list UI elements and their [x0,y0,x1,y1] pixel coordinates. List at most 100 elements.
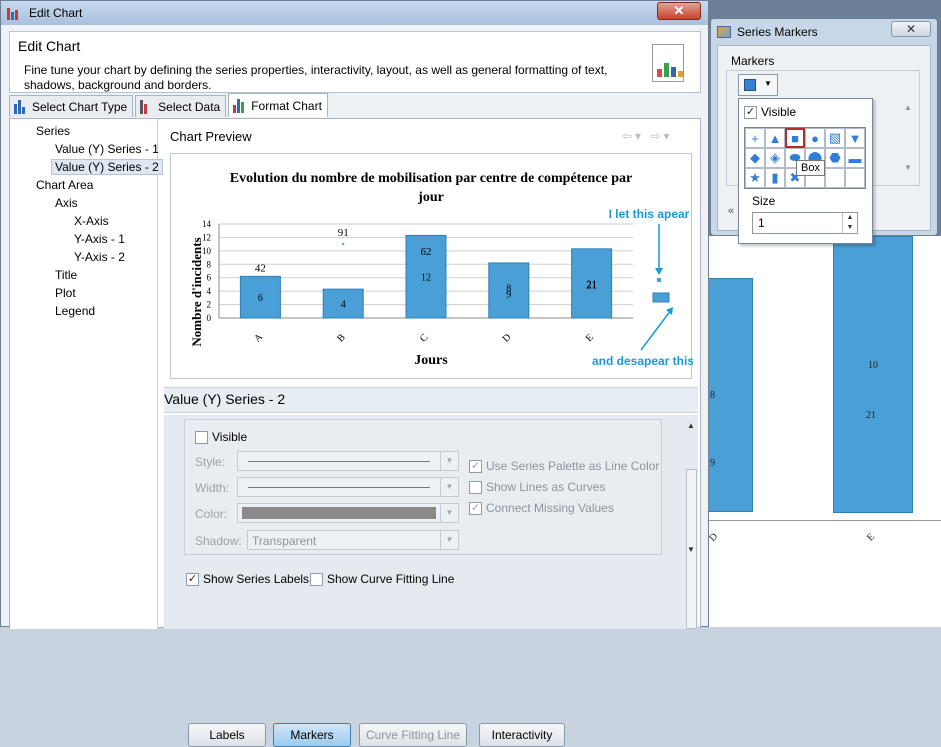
legend-marker [657,278,661,282]
marker-shape-hexagon-icon[interactable]: ⬣ [825,148,845,168]
series-markers-close-button[interactable]: ✕ [891,21,931,37]
marker-shape-box-icon[interactable]: ■ [785,128,805,148]
tree-item-axis[interactable]: Axis [55,196,78,210]
format-chart-panel: Series Value (Y) Series - 1 Value (Y) Se… [9,118,701,747]
series-panel-title: Value (Y) Series - 2 [164,391,286,407]
show-curves-checkbox[interactable]: Show Lines as Curves [469,480,605,494]
properties-scrollbar[interactable]: ▲ ▼ [685,415,698,629]
width-select[interactable]: ▼ [237,477,459,497]
tab-format-chart[interactable]: Format Chart [228,93,328,117]
checkbox-box: ✓ [469,501,482,515]
marker-shape-triangle-icon[interactable]: ▲ [765,128,785,148]
tree-item-plot[interactable]: Plot [55,286,76,300]
checkbox-box: ✓ [744,105,757,119]
edit-chart-window: Edit Chart ✕ Edit Chart Fine tune your c… [0,0,709,747]
marker-visible-checkbox[interactable]: ✓ Visible [744,105,796,119]
marker-shape-triangle-down-icon[interactable]: ▼ [845,128,865,148]
visible-checkbox[interactable]: Visible [195,430,247,444]
y-tick-label: 6 [207,273,212,283]
series2-value-label: 42 [255,263,266,275]
tree-item-title[interactable]: Title [55,268,77,282]
connect-missing-label: Connect Missing Values [486,501,614,515]
curve-fitting-button[interactable]: Curve Fitting Line [359,723,467,747]
marker-shape-star-icon[interactable]: ★ [745,168,765,188]
marker-shape-blank-icon[interactable] [825,168,845,188]
marker-shape-diamond-icon[interactable]: ◆ [745,148,765,168]
size-spinner[interactable]: ▲ ▼ [842,213,857,233]
marker-shape-bar-icon[interactable]: ▬ [845,148,865,168]
marker-shape-image-icon[interactable]: ▧ [825,128,845,148]
tree-item-y-axis-1[interactable]: Y-Axis - 1 [74,232,125,246]
tree-item-y-axis-2[interactable]: Y-Axis - 2 [74,250,125,264]
bar-chart-icon [14,99,28,114]
annotation-arrowhead [655,268,663,275]
show-curve-fitting-label: Show Curve Fitting Line [327,572,455,586]
annotation-appear: I let this apear [609,207,690,221]
tab-label: Select Data [158,99,221,114]
marker-shape-blank-icon[interactable] [845,168,865,188]
style-select[interactable]: ▼ [237,451,459,471]
tab-select-data[interactable]: Select Data [135,95,227,117]
tree-item-x-axis[interactable]: X-Axis [74,214,109,228]
tree-item-chart-area[interactable]: Chart Area [36,178,93,192]
chart-title: Evolution du nombre de mobilisation par … [230,171,633,205]
bar-value-label: 6 [258,293,263,304]
markers-button[interactable]: Markers [273,723,351,747]
marker-shape-crossed-diamond-icon[interactable]: ◈ [765,148,785,168]
labels-button[interactable]: Labels [188,723,266,747]
y-tick-label: 0 [207,313,212,323]
checkbox-box: ✓ [469,459,482,473]
y-tick-label: 14 [202,219,212,229]
y-axis-label: Nombre d'incidents [189,237,204,346]
connect-missing-checkbox[interactable]: ✓ Connect Missing Values [469,501,614,515]
bar-value-label: 12 [421,273,431,284]
color-label: Color: [195,507,228,521]
bar-value-label: 9 [506,289,511,300]
interactivity-button[interactable]: Interactivity [479,723,565,747]
scroll-up-icon[interactable]: ▲ [687,421,695,430]
tree-item-series-2[interactable]: Value (Y) Series - 2 [51,159,163,175]
chart-app-icon [7,6,23,20]
use-palette-checkbox[interactable]: ✓ Use Series Palette as Line Color [469,459,659,473]
color-select[interactable]: ▼ [237,503,459,523]
background-axis-label: D [707,531,721,544]
back-arrow-icon[interactable]: ⇦▾ [622,129,644,143]
preview-nav: ⇦▾ ⇨▾ [622,129,673,143]
tab-label: Format Chart [251,98,322,113]
markers-scroll[interactable]: ▲ ▼ [904,78,912,198]
annotation-disappear: and desapear this [592,354,693,368]
y-tick-label: 4 [207,286,212,296]
marker-shape-grid: + ▲ ■ ● ▧ ▼ ◆ ◈ ⬬ ⬤ ⬣ ▬ ★ ▮ ✖ [744,127,866,189]
scroll-down-icon[interactable]: ▼ [687,545,695,554]
show-series-labels-checkbox[interactable]: ✓ Show Series Labels [186,572,309,586]
series-properties: Visible Style: ▼ Width: ▼ Color: ▼ Shado… [164,415,698,747]
series-markers-titlebar: Series Markers [717,25,818,39]
chart-preview: Evolution du nombre de mobilisation par … [170,153,693,379]
marker-shape-rectangle-icon[interactable]: ▮ [765,168,785,188]
header-title: Edit Chart [18,38,81,54]
show-curve-fitting-checkbox[interactable]: Show Curve Fitting Line [310,572,454,586]
x-tick-label: D [501,332,514,345]
shadow-label: Shadow: [195,534,242,548]
tree-item-series[interactable]: Series [36,124,70,138]
tab-select-chart-type[interactable]: Select Chart Type [9,95,134,117]
style-label: Style: [195,455,226,469]
chart-document-icon [652,44,684,82]
series2-value-label: 21 [586,279,597,291]
checkbox-box [195,430,208,444]
show-curves-label: Show Lines as Curves [486,480,606,494]
line-properties-group: Visible Style: ▼ Width: ▼ Color: ▼ Shado… [184,419,662,555]
close-button[interactable]: ✕ [657,2,701,20]
x-tick-label: B [335,332,348,345]
tree-item-legend[interactable]: Legend [55,304,95,318]
marker-shape-circle-icon[interactable]: ● [805,128,825,148]
window-title: Edit Chart [29,6,83,20]
background-axis-label: E [865,531,878,544]
marker-visible-label: Visible [761,105,797,119]
marker-shape-plus-icon[interactable]: + [745,128,765,148]
shadow-select[interactable]: Transparent ▼ [247,530,459,550]
tree-item-series-1[interactable]: Value (Y) Series - 1 [55,142,159,156]
background-label: 10 [868,360,878,371]
marker-type-dropdown[interactable]: ▼ [738,74,778,96]
forward-arrow-icon[interactable]: ⇨▾ [650,129,672,143]
